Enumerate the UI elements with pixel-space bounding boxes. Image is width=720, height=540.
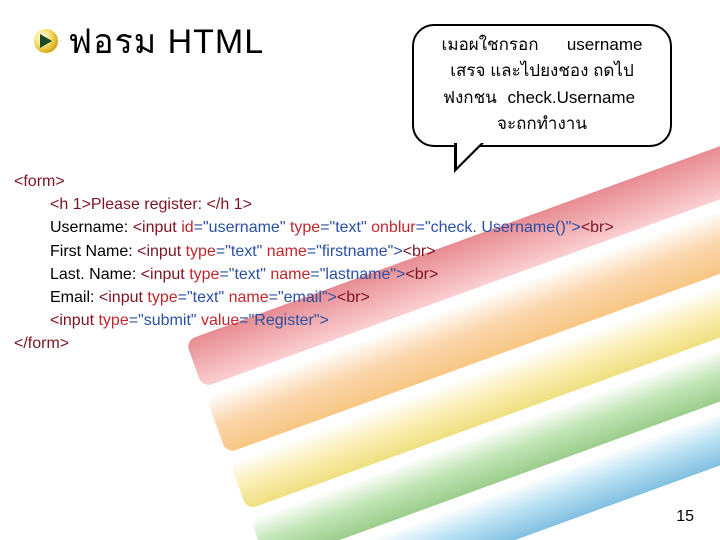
callout-tail-icon	[454, 143, 488, 173]
callout-line1: เมอผใชกรอก username	[424, 32, 660, 58]
callout-box: เมอผใชกรอก username เสรจ และไปยงชอง ถดไป…	[412, 24, 672, 147]
callout-line2: เสรจ และไปยงชอง ถดไป	[424, 58, 660, 84]
slide-title: ฟอรม HTML	[68, 14, 264, 68]
callout-line4: จะถกทำงาน	[424, 111, 660, 137]
callout-line3: ฟงกชน check.Username	[424, 85, 660, 111]
page-number: 15	[676, 508, 694, 526]
code-block: <form> <h 1>Please register: </h 1> User…	[14, 170, 714, 356]
slide-page: ฟอรม HTML เมอผใชกรอก username เสรจ และไป…	[0, 0, 720, 540]
arrow-bullet-icon	[34, 29, 58, 53]
